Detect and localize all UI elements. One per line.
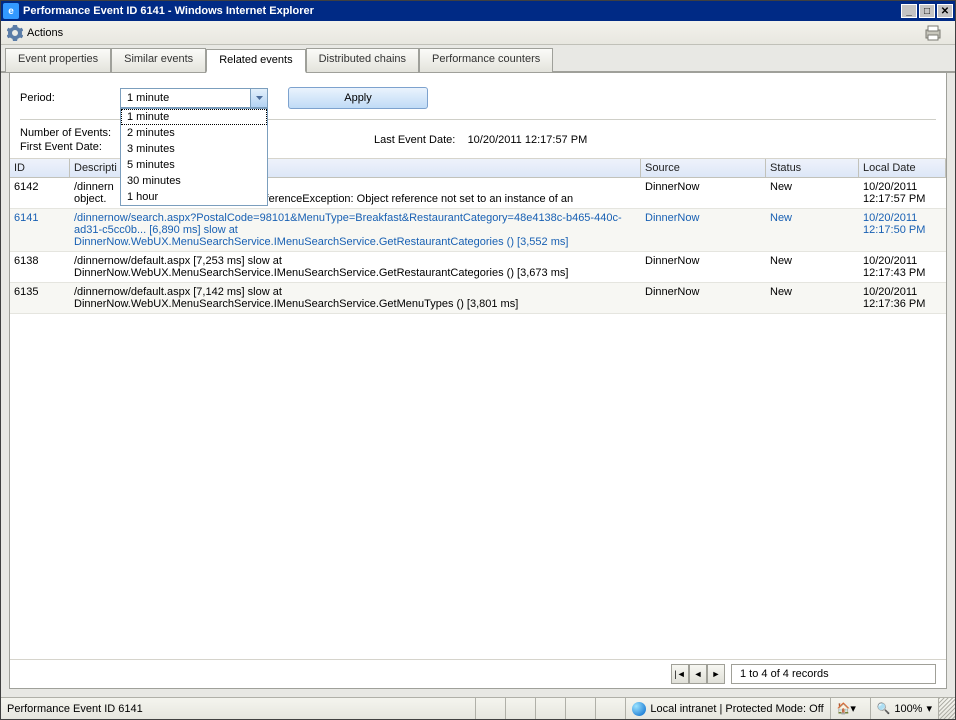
cell-date: 10/20/2011 12:17:57 PM (859, 178, 946, 208)
cell-source: DinnerNow (641, 283, 766, 313)
window-title: Performance Event ID 6141 - Windows Inte… (23, 5, 899, 17)
cell-id: 6142 (10, 178, 70, 208)
last-event-label: Last Event Date: (374, 134, 455, 146)
tab-similar-events[interactable]: Similar events (111, 48, 206, 72)
apply-label: Apply (344, 92, 372, 104)
period-option[interactable]: 5 minutes (121, 157, 267, 173)
last-event-value: 10/20/2011 12:17:57 PM (468, 134, 588, 146)
zone-text: Local intranet | Protected Mode: Off (650, 703, 823, 715)
status-pane (536, 698, 566, 719)
print-icon[interactable] (923, 23, 943, 43)
tab-event-properties[interactable]: Event properties (5, 48, 111, 72)
header-id[interactable]: ID (10, 159, 70, 177)
statusbar: Performance Event ID 6141 Local intranet… (1, 697, 955, 719)
globe-icon (632, 702, 646, 716)
pager-prev-button[interactable]: ◄ (689, 664, 707, 684)
status-pane (596, 698, 626, 719)
period-value: 1 minute (127, 92, 169, 104)
tab-related-events[interactable]: Related events (206, 49, 305, 73)
period-label: Period: (20, 92, 120, 104)
cell-date: 10/20/2011 12:17:50 PM (859, 209, 946, 251)
cell-source: DinnerNow (641, 209, 766, 251)
resize-grip[interactable] (939, 698, 955, 719)
pager-first-button[interactable]: |◄ (671, 664, 689, 684)
cell-source: DinnerNow (641, 252, 766, 282)
pager-info: 1 to 4 of 4 records (731, 664, 936, 684)
cell-id: 6141 (10, 209, 70, 251)
titlebar: e Performance Event ID 6141 - Windows In… (1, 1, 955, 21)
shield-icon: 🏠 (837, 702, 851, 715)
tab-strip: Event properties Similar events Related … (1, 47, 955, 73)
actions-menu[interactable]: Actions (27, 27, 63, 39)
pager: |◄ ◄ ► 1 to 4 of 4 records (10, 659, 946, 688)
pager-next-button[interactable]: ► (707, 664, 725, 684)
chevron-down-icon: ▾ (926, 702, 932, 715)
cell-description: /dinnernow/default.aspx [7,253 ms] slow … (70, 252, 641, 282)
period-option[interactable]: 1 minute (121, 109, 267, 125)
cell-description: /dinnernow/default.aspx [7,142 ms] slow … (70, 283, 641, 313)
table-row[interactable]: 6141 /dinnernow/search.aspx?PostalCode=9… (10, 209, 946, 252)
table-row[interactable]: 6138 /dinnernow/default.aspx [7,253 ms] … (10, 252, 946, 283)
maximize-button[interactable]: □ (919, 4, 935, 18)
cell-id: 6135 (10, 283, 70, 313)
header-source[interactable]: Source (641, 159, 766, 177)
period-option[interactable]: 30 minutes (121, 173, 267, 189)
status-pane (506, 698, 536, 719)
period-option[interactable]: 1 hour (121, 189, 267, 205)
table-row[interactable]: 6135 /dinnernow/default.aspx [7,142 ms] … (10, 283, 946, 314)
tab-performance-counters[interactable]: Performance counters (419, 48, 553, 72)
status-page-title: Performance Event ID 6141 (1, 698, 476, 719)
tab-distributed-chains[interactable]: Distributed chains (306, 48, 419, 72)
magnifier-icon: 🔍 (877, 702, 891, 715)
app-window: e Performance Event ID 6141 - Windows In… (0, 0, 956, 720)
chevron-down-icon[interactable] (250, 89, 267, 107)
period-dropdown: 1 minute 2 minutes 3 minutes 5 minutes 3… (120, 108, 268, 206)
cell-desc-suffix: .NullReferenceException: Object referenc… (229, 193, 573, 205)
status-pane (476, 698, 506, 719)
period-option[interactable]: 2 minutes (121, 125, 267, 141)
cell-status: New (766, 209, 859, 251)
header-local-date[interactable]: Local Date (859, 159, 946, 177)
gear-icon (7, 25, 23, 41)
minimize-button[interactable]: _ (901, 4, 917, 18)
ie-icon: e (3, 3, 19, 19)
cell-id: 6138 (10, 252, 70, 282)
period-option[interactable]: 3 minutes (121, 141, 267, 157)
status-zone[interactable]: Local intranet | Protected Mode: Off (626, 698, 830, 719)
close-button[interactable]: ✕ (937, 4, 953, 18)
status-zoom[interactable]: 🔍 100% ▾ (871, 698, 939, 719)
tab-content: Period: 1 minute 1 minute 2 minutes 3 mi… (9, 73, 947, 689)
zoom-value: 100% (894, 703, 922, 715)
cell-date: 10/20/2011 12:17:36 PM (859, 283, 946, 313)
cell-description: /dinnernow/search.aspx?PostalCode=98101&… (70, 209, 641, 251)
cell-status: New (766, 283, 859, 313)
actions-toolbar: Actions (1, 21, 955, 45)
events-grid: ID Descripti Source Status Local Date 61… (10, 158, 946, 688)
cell-date: 10/20/2011 12:17:43 PM (859, 252, 946, 282)
header-status[interactable]: Status (766, 159, 859, 177)
cell-status: New (766, 252, 859, 282)
apply-button[interactable]: Apply (288, 87, 428, 109)
cell-source: DinnerNow (641, 178, 766, 208)
client-area: Event properties Similar events Related … (1, 45, 955, 697)
status-pane (566, 698, 596, 719)
status-protected-icon[interactable]: 🏠▾ (831, 698, 871, 719)
cell-status: New (766, 178, 859, 208)
period-combobox[interactable]: 1 minute 1 minute 2 minutes 3 minutes 5 … (120, 88, 268, 108)
filter-row: Period: 1 minute 1 minute 2 minutes 3 mi… (10, 87, 946, 119)
